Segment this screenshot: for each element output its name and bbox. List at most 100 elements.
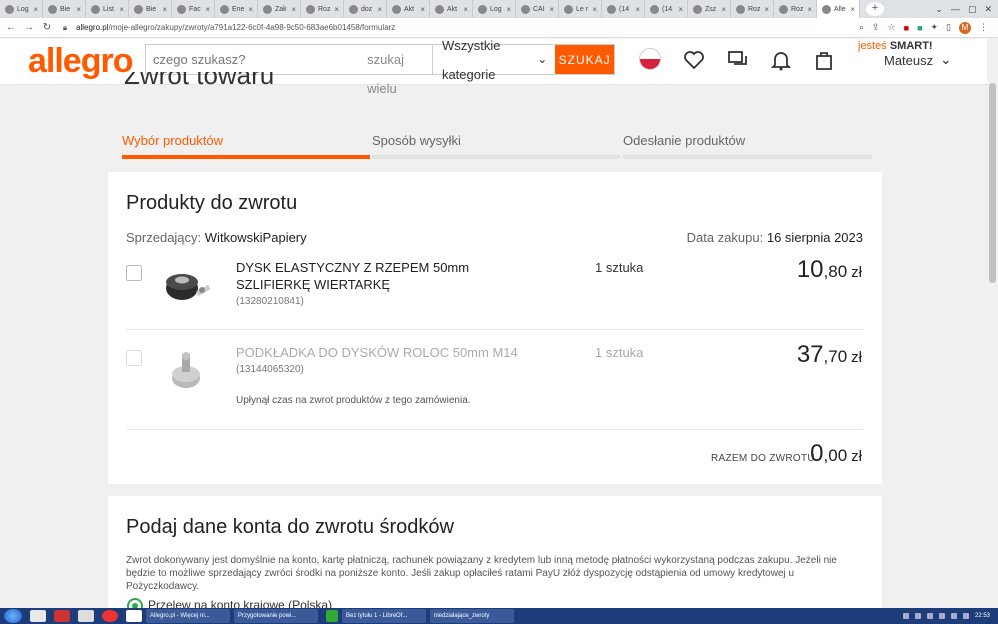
taskbar-task[interactable]: Bez tytułu 1 - LibreOf... [342,609,426,623]
browser-tab[interactable]: CAI × [516,0,559,18]
chevron-down-icon[interactable]: ⌄ [940,51,952,68]
tab-search-icon[interactable]: ⌄ [935,4,943,15]
product-image[interactable] [160,348,216,396]
product-name[interactable]: PODKŁADKA DO DYSKÓW ROLOC 50mm M14 [236,344,536,361]
puzzle-icon[interactable]: ✦ [931,22,939,33]
browser-tab[interactable]: Roz × [301,0,344,18]
close-icon[interactable]: × [635,5,640,14]
browser-tab[interactable]: Log × [0,0,43,18]
smart-badge[interactable]: jesteś SMART! [858,40,933,52]
product-checkbox[interactable] [126,350,142,366]
close-icon[interactable]: × [291,5,296,14]
star-icon[interactable]: ☆ [888,22,896,33]
maximize-icon[interactable]: ▢ [968,4,977,15]
share-icon[interactable]: ⇪ [872,22,880,33]
app-icon[interactable] [102,610,118,622]
browser-tab[interactable]: Bie × [129,0,172,18]
product-image[interactable] [160,260,216,308]
browser-tab[interactable]: Akt × [387,0,430,18]
close-icon[interactable]: × [334,5,339,14]
heart-icon[interactable] [682,48,706,72]
menu-icon[interactable]: ⋮ [979,22,988,33]
app-icon[interactable] [78,610,94,622]
user-name[interactable]: Mateusz [884,53,933,68]
browser-tab[interactable]: Bie × [43,0,86,18]
scrollbar-thumb[interactable] [989,83,996,283]
tray-icon[interactable] [962,613,969,619]
browser-tab[interactable]: Zsz × [688,0,731,18]
close-icon[interactable]: × [506,5,511,14]
bell-icon[interactable] [769,48,793,72]
browser-tab[interactable]: Roz × [731,0,774,18]
close-icon[interactable]: × [850,5,855,14]
browser-tab[interactable]: Alle × [817,0,860,18]
close-icon[interactable]: × [463,5,468,14]
close-window-icon[interactable]: ✕ [984,4,992,15]
extension-icon[interactable]: ■ [917,23,922,33]
messages-icon[interactable] [726,48,750,72]
close-icon[interactable]: × [807,5,812,14]
profile-avatar[interactable]: M [959,21,971,34]
tray-icon[interactable] [938,613,945,619]
close-icon[interactable]: × [721,5,726,14]
minimize-icon[interactable]: — [951,4,960,15]
total-label: RAZEM DO ZWROTU [711,453,815,464]
close-icon[interactable]: × [33,5,38,14]
cart-icon[interactable] [812,48,836,72]
reload-icon[interactable]: ↻ [40,22,54,33]
back-icon[interactable]: ← [4,22,18,33]
close-icon[interactable]: × [377,5,382,14]
close-icon[interactable]: × [549,5,554,14]
browser-tab[interactable]: List × [86,0,129,18]
close-icon[interactable]: × [764,5,769,14]
browser-tab[interactable]: Akt × [430,0,473,18]
search-icon[interactable]: ⌕ [859,22,864,33]
browser-tab[interactable]: Zak × [258,0,301,18]
sidebar-icon[interactable]: ▯ [946,22,951,33]
tray-icon[interactable] [914,613,921,619]
url-field[interactable]: allegro.pl/moje-allegro/zakupy/zwroty/a7… [76,23,395,32]
search-button[interactable]: SZUKAJ [555,45,614,74]
tab-favicon-icon [693,4,702,14]
start-button[interactable] [4,609,22,623]
clock[interactable]: 22:53 [975,613,990,619]
category-select[interactable]: Wszystkie kategorie ⌄ [431,38,555,82]
forward-icon[interactable]: → [22,22,36,33]
close-icon[interactable]: × [420,5,425,14]
page-scrollbar[interactable] [987,39,998,608]
browser-tab[interactable]: Le r × [559,0,602,18]
browser-tab[interactable]: Roz × [774,0,817,18]
search-input[interactable] [146,45,362,74]
search-many-link[interactable]: szukaj wielu [361,45,432,96]
close-icon[interactable]: × [162,5,167,14]
close-icon[interactable]: × [592,5,597,14]
app-icon[interactable] [54,610,70,622]
new-tab-button[interactable]: + [866,2,884,16]
tray-icon[interactable] [902,613,909,619]
extension-icon[interactable]: ■ [904,23,909,33]
browser-tab[interactable]: (14 × [645,0,688,18]
product-checkbox[interactable] [126,265,142,281]
browser-tab[interactable]: Ene × [215,0,258,18]
browser-tab[interactable]: Fac × [172,0,215,18]
allegro-logo[interactable]: allegro [28,42,133,81]
browser-tab[interactable]: doz × [344,0,387,18]
product-name[interactable]: DYSK ELASTYCZNY Z RZEPEM 50mm SZLIFIERKĘ… [236,259,536,293]
browser-tab[interactable]: Log × [473,0,516,18]
close-icon[interactable]: × [119,5,124,14]
close-icon[interactable]: × [76,5,81,14]
tray-icon[interactable] [926,613,933,619]
close-icon[interactable]: × [248,5,253,14]
poland-flag-icon[interactable] [639,48,661,70]
taskbar-task[interactable]: Przygotowanie powi... [234,609,318,623]
explorer-icon[interactable] [30,610,46,622]
app-icon[interactable] [126,610,142,622]
close-icon[interactable]: × [205,5,210,14]
taskbar-task[interactable]: Allegro.pl - Więcej ni... [146,609,230,623]
tray-icon[interactable] [950,613,957,619]
tab-favicon-icon [48,4,57,14]
browser-tab[interactable]: (14 × [602,0,645,18]
close-icon[interactable]: × [678,5,683,14]
app-icon[interactable] [326,610,338,622]
taskbar-task[interactable]: niedziałające_zwroty [430,609,514,623]
